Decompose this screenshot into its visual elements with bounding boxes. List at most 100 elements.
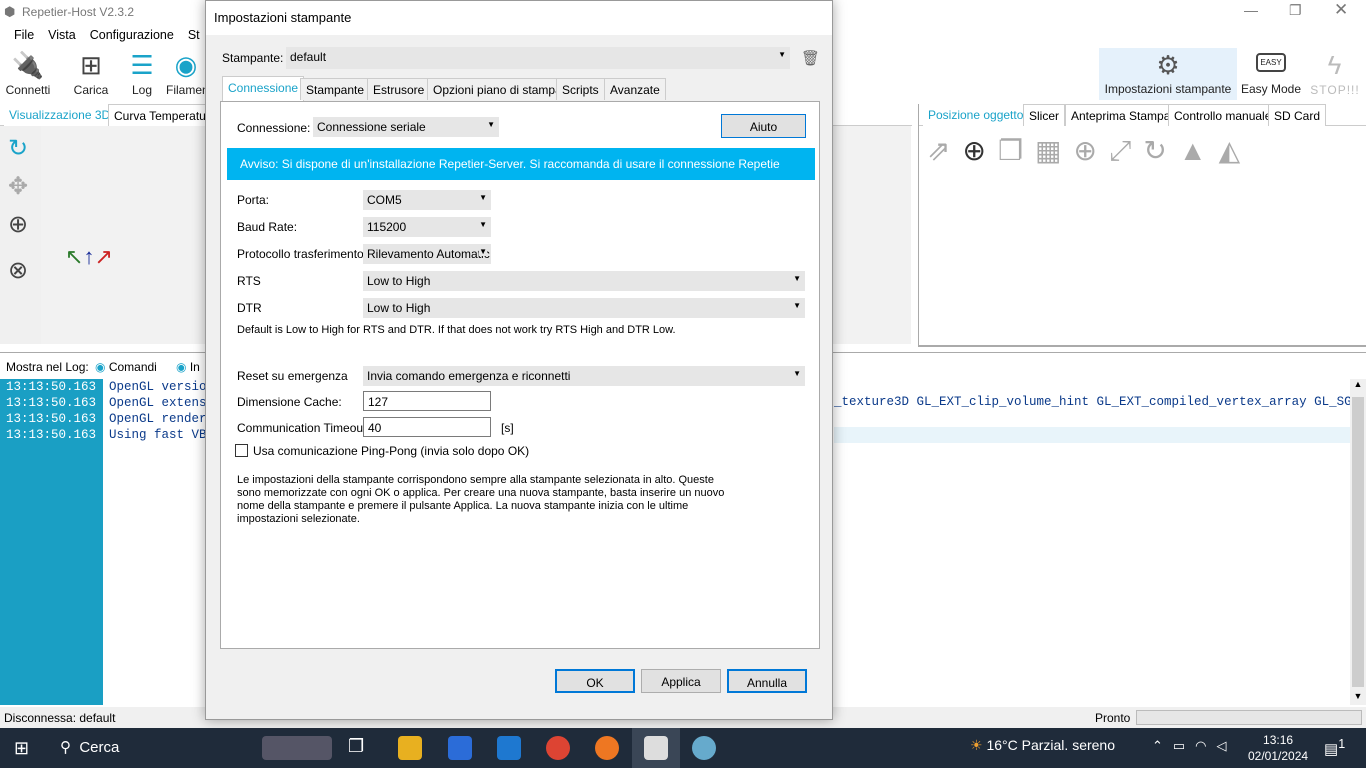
menu-vista[interactable]: Vista [48, 28, 76, 42]
zoom-icon[interactable]: ⊕ [8, 210, 28, 239]
reset-select[interactable]: Invia comando emergenza e riconnetti ▼ [363, 366, 805, 386]
log-scrollbar[interactable]: ▲ ▼ [1350, 379, 1366, 705]
tab-3d-view[interactable]: Visualizzazione 3D [4, 104, 116, 126]
chrome-icon[interactable] [546, 736, 570, 760]
baud-value: 115200 [367, 220, 407, 234]
log-button[interactable]: ☰ Log [124, 50, 160, 97]
file-explorer-icon[interactable] [398, 736, 422, 760]
mail-icon[interactable] [497, 736, 521, 760]
close-button[interactable]: ✕ [1334, 0, 1348, 20]
connection-select[interactable]: Connessione seriale ▼ [313, 117, 499, 137]
menu-configurazione[interactable]: Configurazione [90, 28, 174, 42]
tab-sd-card[interactable]: SD Card [1268, 104, 1327, 126]
connection-label: Connessione: [237, 121, 311, 135]
port-select[interactable]: COM5 ▼ [363, 190, 491, 210]
eye-icon: ◉ [174, 50, 198, 80]
pingpong-label: Usa comunicazione Ping-Pong (invia solo … [253, 444, 530, 458]
tab-printer[interactable]: Stampante [300, 78, 371, 100]
copy-icon[interactable]: ❐ [998, 135, 1035, 166]
baud-select[interactable]: 115200 ▼ [363, 217, 491, 237]
maximize-button[interactable]: ❐ [1289, 2, 1302, 19]
center-icon[interactable]: ⊕ [1074, 135, 1109, 166]
status-ready: Pronto [1095, 711, 1131, 725]
view-tools: ↻ ✥ ⊕ ⊗ [0, 126, 41, 344]
tab-extruder[interactable]: Estrusore [367, 78, 431, 100]
tab-manual-control[interactable]: Controllo manuale [1168, 104, 1278, 126]
filament-button[interactable]: ◉ Filamen [166, 50, 206, 97]
progress-bar [1136, 710, 1362, 725]
minimize-button[interactable]: — [1244, 2, 1258, 18]
connect-button[interactable]: 🔌 Connetti [4, 50, 52, 97]
rotate-object-icon[interactable]: ↻ [1143, 135, 1178, 166]
clock[interactable]: 13:16 02/01/2024 [1248, 732, 1308, 764]
printer-settings-button[interactable]: ⚙ Impostazioni stampante [1099, 48, 1237, 100]
add-object-icon[interactable]: ⊕ [962, 135, 997, 166]
menu-stampante[interactable]: St [188, 28, 200, 42]
help-button[interactable]: Aiuto [721, 114, 806, 138]
tab-print-preview[interactable]: Anteprima Stampa [1065, 104, 1177, 126]
repetier-taskbar-button[interactable] [632, 728, 680, 768]
dtr-select[interactable]: Low to High ▼ [363, 298, 805, 318]
stop-label: STOP!!! [1310, 83, 1360, 97]
port-label: Porta: [237, 193, 270, 207]
easy-icon: EASY [1256, 53, 1286, 72]
dialog-tabs: Connessione Stampante Estrusore Opzioni … [220, 76, 820, 101]
tab-slicer[interactable]: Slicer [1023, 104, 1066, 126]
dtr-label: DTR [237, 301, 262, 315]
stop-button[interactable]: ϟ STOP!!! [1308, 50, 1362, 97]
mirror-icon[interactable]: ◭ [1219, 135, 1253, 166]
scale-icon[interactable]: ⤢ [1109, 135, 1143, 166]
ok-button[interactable]: OK [555, 669, 635, 693]
printer-settings-label: Impostazioni stampante [1104, 82, 1232, 96]
timeout-input[interactable]: 40 [363, 417, 491, 437]
baud-label: Baud Rate: [237, 220, 298, 234]
tab-advanced[interactable]: Avanzate [604, 78, 666, 100]
store-icon[interactable] [448, 736, 472, 760]
cancel-button[interactable]: Annulla [727, 669, 807, 693]
printer-select[interactable]: default ▼ [286, 47, 790, 69]
taskbar-search[interactable]: ⚲ Cerca [48, 728, 248, 768]
dialog-title: Impostazioni stampante [206, 1, 832, 35]
pingpong-checkbox[interactable] [235, 444, 248, 457]
menu-file[interactable]: File [14, 28, 34, 42]
connection-tab-panel: Connessione: Connessione seriale ▼ Aiuto … [220, 101, 820, 649]
reset-label: Reset su emergenza [237, 369, 348, 383]
object-panel: Posizione oggetto Slicer Anteprima Stamp… [918, 104, 1366, 347]
app-title: Repetier-Host V2.3.2 [22, 5, 135, 19]
connection-value: Connessione seriale [317, 120, 426, 134]
tab-object-position[interactable]: Posizione oggetto [923, 104, 1029, 126]
lightning-icon: ϟ [1327, 50, 1343, 80]
firefox-icon[interactable] [595, 736, 619, 760]
fit-view-icon[interactable]: ⊗ [8, 256, 28, 285]
chevron-down-icon: ▼ [793, 369, 801, 378]
trash-icon[interactable]: 🗑 [801, 49, 820, 67]
radio-icon: ◉ [95, 360, 106, 374]
rotate-icon[interactable]: ↻ [8, 134, 28, 163]
paint-icon[interactable] [692, 736, 716, 760]
weather-icon: ☀ [970, 737, 983, 753]
windows-start-icon[interactable]: ⊞ [14, 738, 29, 759]
cache-input[interactable]: 127 [363, 391, 491, 411]
export-icon[interactable]: ⇗ [927, 135, 962, 166]
log-time: 13:13:50.163 [6, 380, 97, 394]
protocol-select[interactable]: Rilevamento Automatic ▼ [363, 244, 491, 264]
tray-icons[interactable]: ⌃▭◠◁ [1152, 738, 1237, 754]
easy-mode-button[interactable]: EASY Easy Mode [1240, 50, 1302, 96]
load-button[interactable]: ⊞ Carica [72, 50, 110, 97]
tab-connection[interactable]: Connessione [222, 76, 305, 101]
tab-bed-options[interactable]: Opzioni piano di stampa [427, 78, 568, 100]
rts-select[interactable]: Low to High ▼ [363, 271, 805, 291]
filter-info[interactable]: ◉ In [176, 360, 200, 374]
radio-icon: ◉ [176, 360, 187, 374]
notification-icon[interactable]: ▤1 [1324, 737, 1345, 758]
cut-icon[interactable]: ▲ [1179, 135, 1219, 166]
printer-value: default [290, 50, 327, 64]
task-view-icon[interactable]: ❐ [348, 736, 372, 760]
tab-scripts[interactable]: Scripts [556, 78, 605, 100]
weather-widget[interactable]: ☀ 16°C Parzial. sereno [970, 737, 1115, 754]
move-icon[interactable]: ✥ [8, 172, 28, 201]
filter-commands[interactable]: ◉ Comandi [95, 360, 157, 374]
grid-icon[interactable]: ▦ [1035, 135, 1073, 166]
apply-button[interactable]: Applica [641, 669, 721, 693]
clock-date: 02/01/2024 [1248, 749, 1309, 763]
